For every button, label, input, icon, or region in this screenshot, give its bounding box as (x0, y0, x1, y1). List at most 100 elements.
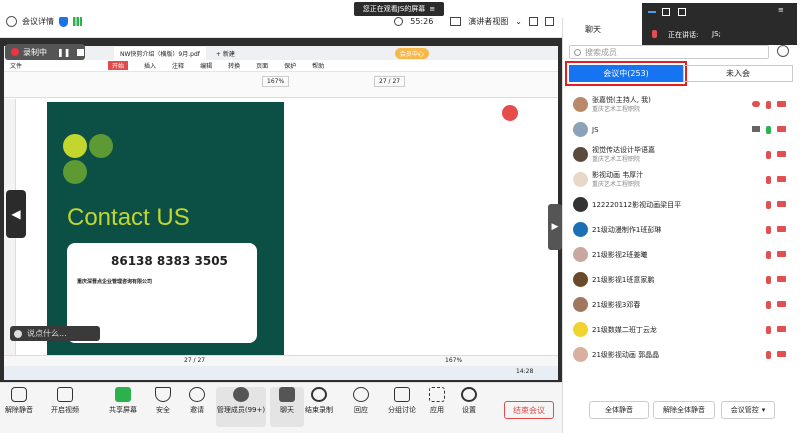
meeting-info[interactable]: 会议详情 (22, 16, 54, 27)
member-name: 影视动画 韦厚汁 (592, 170, 644, 179)
camera-off-icon[interactable] (777, 300, 786, 307)
stop-icon[interactable] (77, 48, 85, 56)
camera-off-icon[interactable] (777, 150, 786, 157)
end-record-button[interactable]: 结束录制 (302, 387, 336, 415)
prev-page-button[interactable]: ◀ (6, 190, 26, 238)
menu-page[interactable]: 页面 (256, 61, 268, 70)
mic-muted-icon[interactable] (766, 175, 771, 184)
apps-icon (429, 387, 445, 402)
menu-icon[interactable]: ≡ (778, 6, 784, 14)
camera-off-icon[interactable] (777, 250, 786, 257)
menu-help[interactable]: 帮助 (312, 61, 324, 70)
member-row[interactable]: 21级影视1班意家鹏 (573, 267, 788, 292)
avatar (573, 172, 588, 187)
mic-muted-icon[interactable] (766, 150, 771, 159)
mic-muted-icon[interactable] (766, 300, 771, 309)
window-icon[interactable] (678, 8, 686, 16)
say-something-bar[interactable]: 说点什么... (10, 326, 100, 341)
mic-muted-icon[interactable] (766, 350, 771, 359)
shared-screen[interactable]: 录制中 ❚❚ NW快剪介绍（横版）9月.pdf + 新建 会员中心 文件 开始 … (0, 38, 562, 382)
vip-center[interactable]: 会员中心 (394, 47, 429, 59)
pdf-badge[interactable] (502, 105, 518, 121)
invite-button[interactable]: 邀请 (180, 387, 214, 415)
circle-2 (89, 134, 113, 158)
smile-icon[interactable] (14, 329, 22, 338)
member-row[interactable]: 21级动漫制作1班彭琳 (573, 217, 788, 242)
minimize-icon[interactable] (648, 11, 656, 13)
reaction-button[interactable]: 回应 (344, 387, 378, 415)
tab-in-meeting[interactable]: 会议中(253) (565, 61, 687, 86)
menu-annotate[interactable]: 注释 (172, 61, 184, 70)
unmute-button[interactable]: 解除静音 (2, 387, 36, 415)
camera-off-icon[interactable] (777, 100, 786, 107)
video-button[interactable]: 开启视频 (48, 387, 82, 415)
menu-protect[interactable]: 保护 (284, 61, 296, 70)
chevron-down-icon[interactable]: ⌄ (515, 17, 522, 26)
mic-muted-icon[interactable] (766, 225, 771, 234)
next-page-button[interactable]: ▶ (548, 204, 562, 250)
apps-button[interactable]: 应用 (420, 387, 454, 415)
mic-on-icon[interactable] (766, 125, 771, 134)
member-row[interactable]: 21级数媒二班丁云龙 (573, 317, 788, 342)
end-meeting-button[interactable]: 结束会议 (504, 401, 554, 419)
menu-edit[interactable]: 编辑 (200, 61, 212, 70)
meeting-control-button[interactable]: 会议管控 ▾ (721, 401, 775, 419)
menu-file[interactable]: 文件 (10, 61, 22, 70)
page-counter-bottom[interactable]: 27 / 27 (184, 357, 205, 364)
info-icon[interactable] (6, 16, 17, 27)
pdf-tab[interactable]: NW快剪介绍（横版）9月.pdf (114, 46, 206, 60)
say-input[interactable]: 说点什么... (27, 328, 67, 339)
chat-button[interactable]: 聊天 (270, 387, 304, 427)
view-select[interactable]: 演讲者视图 (468, 16, 508, 27)
security-button[interactable]: 安全 (146, 387, 180, 415)
share-screen-button[interactable]: 共享屏幕 (106, 387, 140, 415)
camera-off-icon[interactable] (777, 225, 786, 232)
grid-icon[interactable] (662, 8, 670, 16)
member-row[interactable]: 21级影视动画 郭晶晶 (573, 342, 788, 367)
menu-home[interactable]: 开始 (108, 61, 129, 70)
member-row[interactable]: 张嘉悦(主持人, 我) 重庆艺术工程职院 (573, 92, 788, 117)
speaker-overlay[interactable]: ≡ 正在讲话: JS; (642, 3, 797, 45)
camera-off-icon[interactable] (777, 200, 786, 207)
menu-icon[interactable]: ≡ (429, 5, 435, 13)
grid-icon[interactable] (545, 17, 554, 26)
zoom-level[interactable]: 167% (262, 76, 290, 87)
mic-muted-icon[interactable] (766, 275, 771, 284)
signal-icon[interactable] (73, 17, 82, 26)
breakout-button[interactable]: 分组讨论 (382, 387, 422, 415)
fullscreen-icon[interactable] (529, 17, 538, 26)
screen-share-banner[interactable]: 您正在观看JS的屏幕 ≡ (354, 2, 444, 16)
pause-icon[interactable]: ❚❚ (57, 48, 70, 57)
speaker-view-icon[interactable] (450, 17, 462, 26)
camera-off-icon[interactable] (777, 350, 786, 357)
member-search[interactable]: 搜索成员 (569, 45, 769, 59)
camera-off-icon[interactable] (777, 325, 786, 332)
unmute-all-button[interactable]: 解除全体静音 (653, 401, 715, 419)
mic-muted-icon[interactable] (766, 200, 771, 209)
mic-muted-icon[interactable] (766, 100, 771, 109)
member-row[interactable]: JS (573, 117, 788, 142)
video-label: 开启视频 (51, 406, 79, 414)
page-counter[interactable]: 27 / 27 (374, 76, 406, 87)
member-row[interactable]: 影视动画 韦厚汁 重庆艺术工程职院 (573, 167, 788, 192)
settings-button[interactable]: 设置 (452, 387, 486, 415)
record-badge[interactable]: 录制中 ❚❚ (5, 44, 85, 60)
mic-muted-icon[interactable] (766, 250, 771, 259)
member-row[interactable]: 视觉传达设计毕语嘉 重庆艺术工程职院 (573, 142, 788, 167)
menu-insert[interactable]: 插入 (144, 61, 156, 70)
tab-not-joined[interactable]: 未入会 (683, 65, 793, 82)
menu-convert[interactable]: 转换 (228, 61, 240, 70)
new-tab[interactable]: + 新建 (216, 49, 235, 58)
camera-off-icon[interactable] (777, 275, 786, 282)
member-row[interactable]: 21级影视2班姜曦 (573, 242, 788, 267)
shield-icon[interactable] (59, 16, 68, 27)
mute-all-button[interactable]: 全体静音 (589, 401, 649, 419)
mic-muted-icon[interactable] (766, 325, 771, 334)
manage-members-button[interactable]: 管理成员(99+) (216, 387, 266, 427)
member-row[interactable]: 21级影视3邓春 (573, 292, 788, 317)
add-member-icon[interactable] (777, 45, 789, 57)
zoom-bottom[interactable]: 167% (445, 357, 462, 364)
camera-off-icon[interactable] (777, 125, 786, 132)
member-row[interactable]: 122220112影视动画梁目平 (573, 192, 788, 217)
camera-off-icon[interactable] (777, 175, 786, 182)
